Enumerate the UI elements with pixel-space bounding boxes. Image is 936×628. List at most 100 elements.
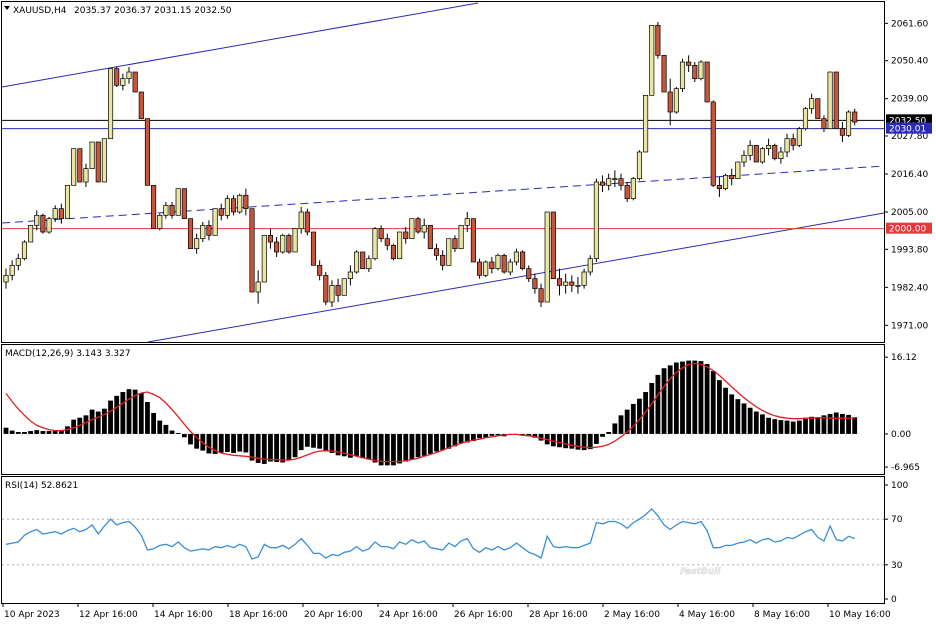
candle xyxy=(187,218,194,250)
candle-body xyxy=(766,144,772,150)
candle-body xyxy=(71,148,77,186)
time-tick-label: 12 Apr 16:00 xyxy=(79,610,138,620)
candle-body xyxy=(132,71,138,93)
candle xyxy=(163,202,169,219)
candle xyxy=(581,268,587,289)
candle xyxy=(784,133,790,157)
macd-bar xyxy=(311,433,316,448)
candle-body xyxy=(575,284,581,287)
candle xyxy=(274,237,280,257)
candle-body xyxy=(544,211,550,303)
candle-body xyxy=(175,188,181,216)
candle-body xyxy=(538,288,544,303)
macd-tick-label: -6.965 xyxy=(891,463,920,473)
candle-body xyxy=(267,234,274,243)
chart-canvas[interactable]: FastBull 2061.602050.402039.002027.80201… xyxy=(0,0,936,624)
candle-body xyxy=(144,118,151,186)
price-tick-label: 2005.00 xyxy=(891,208,928,218)
candle xyxy=(673,87,679,114)
macd-bar xyxy=(778,420,784,434)
candle xyxy=(317,260,323,281)
candle xyxy=(612,170,618,187)
candle xyxy=(194,233,200,254)
candle xyxy=(323,272,329,306)
candle-body xyxy=(347,271,353,280)
macd-bar xyxy=(600,433,605,437)
candle-body xyxy=(107,68,114,140)
candle xyxy=(354,250,360,274)
candle xyxy=(335,278,341,302)
candle-body xyxy=(323,274,329,303)
candle-body xyxy=(403,231,409,240)
candle xyxy=(661,54,667,93)
candle-body xyxy=(224,198,230,216)
macd-bar xyxy=(409,433,415,460)
macd-bar xyxy=(317,433,323,449)
candle xyxy=(833,71,839,130)
macd-bar xyxy=(852,417,858,434)
candle-body xyxy=(40,214,46,233)
candle-body xyxy=(636,151,643,180)
candle xyxy=(649,24,655,96)
collapse-arrow-icon[interactable] xyxy=(4,6,10,10)
watermark: FastBull xyxy=(680,567,721,577)
candle xyxy=(446,238,452,266)
candle-body xyxy=(722,174,729,190)
candle-body xyxy=(194,238,200,250)
macd-bar xyxy=(710,371,716,434)
candle xyxy=(729,168,735,186)
candle-body xyxy=(845,111,852,136)
candle-body xyxy=(477,261,483,276)
price-tick-label: 2061.60 xyxy=(891,19,928,29)
bid-price-tag-text: 2030.01 xyxy=(889,125,926,135)
candle xyxy=(526,265,532,282)
macd-bar xyxy=(323,433,329,452)
candle-body xyxy=(292,228,298,253)
candle xyxy=(261,234,267,283)
candle xyxy=(77,148,83,183)
macd-axis: 16.12 0.00 -6.965 xyxy=(885,353,920,473)
macd-bar xyxy=(304,433,310,447)
candle xyxy=(569,275,575,292)
candle-body xyxy=(243,194,249,210)
candle xyxy=(513,248,520,266)
candle xyxy=(212,208,218,236)
candle-body xyxy=(46,218,52,233)
candle xyxy=(46,217,52,234)
macd-bar xyxy=(268,433,273,462)
candle-body xyxy=(483,261,489,276)
macd-bar xyxy=(175,432,181,434)
candle xyxy=(114,67,120,87)
candle xyxy=(341,278,347,296)
macd-bar xyxy=(163,424,169,434)
candle xyxy=(698,60,704,81)
macd-bar xyxy=(151,412,156,434)
candle xyxy=(397,231,403,260)
candle xyxy=(501,253,507,274)
macd-bar xyxy=(34,430,40,434)
macd-bar xyxy=(83,415,89,434)
candle xyxy=(384,233,390,251)
candle-body xyxy=(489,261,495,270)
macd-bar xyxy=(3,427,9,434)
candle-body xyxy=(759,148,766,163)
candle xyxy=(667,78,673,126)
candle xyxy=(796,127,802,147)
candle xyxy=(255,270,261,304)
candle-body xyxy=(15,258,21,266)
macd-bar xyxy=(698,361,704,434)
candle xyxy=(599,175,606,192)
macd-bar xyxy=(612,423,618,434)
candle xyxy=(778,147,784,164)
candle-body xyxy=(58,208,64,220)
price-tick-label: 1982.40 xyxy=(891,283,928,293)
rsi-axis: 100 70 30 0 xyxy=(885,481,908,605)
price-tick-label: 2050.40 xyxy=(891,57,928,67)
candle xyxy=(40,213,46,234)
candle xyxy=(790,133,796,151)
candle-body xyxy=(433,248,440,256)
candle-body xyxy=(415,218,421,233)
candle xyxy=(89,141,95,170)
macd-bar xyxy=(237,433,243,452)
rsi-tick-label: 0 xyxy=(891,595,897,605)
